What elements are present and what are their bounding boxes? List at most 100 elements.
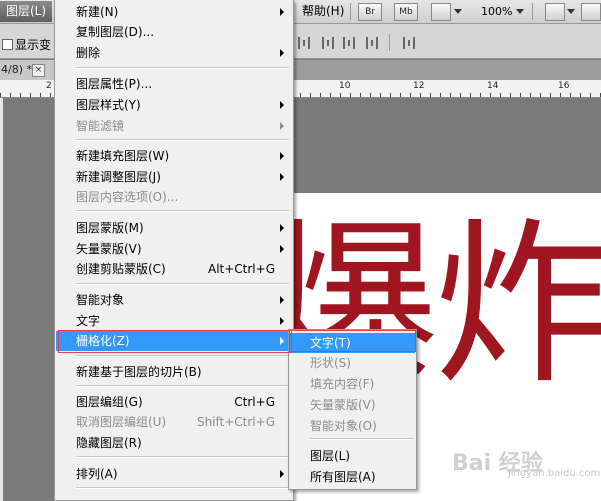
menu-item[interactable]: 智能对象 <box>56 290 292 310</box>
menu-item[interactable]: 复制图层(D)... <box>56 22 292 42</box>
menu-item[interactable]: 矢量蒙版(V) <box>290 395 415 415</box>
menu-item[interactable]: 文字 <box>56 311 292 331</box>
menu-item[interactable]: 新建调整图层(J) <box>56 167 292 187</box>
submenu-arrow-icon <box>280 8 284 16</box>
menu-item-label: 智能滤镜 <box>76 119 125 133</box>
submenu-arrow-icon <box>280 470 284 478</box>
menu-item-label: 复制图层(D)... <box>76 25 155 39</box>
menu-item-label: 填充内容(F) <box>310 377 375 391</box>
menu-item[interactable]: 填充内容(F) <box>290 374 415 394</box>
auto-align-icon[interactable] <box>403 37 415 49</box>
menu-item[interactable]: 新建基于图层的切片(B) <box>56 362 292 382</box>
menu-item[interactable]: 隐藏图层(R) <box>56 433 292 453</box>
menu-item-label: 新建调整图层(J) <box>76 170 161 184</box>
menu-item-label: 矢量蒙版(V) <box>310 398 376 412</box>
menu-item-shortcut: Alt+Ctrl+G <box>207 262 275 276</box>
menu-separator <box>76 385 289 387</box>
menu-item[interactable]: 所有图层(A) <box>290 467 415 487</box>
ruler-label: 10 <box>339 81 351 91</box>
toolbar-divider <box>350 3 351 20</box>
checkbox-icon[interactable] <box>2 39 13 50</box>
document-tab[interactable]: 4/8) * × <box>0 60 61 80</box>
bridge-button[interactable]: Br <box>358 3 382 21</box>
menu-item-label: 图层样式(Y) <box>76 98 141 112</box>
menu-item[interactable]: 新建填充图层(W) <box>56 146 292 166</box>
menu-item[interactable]: 图层蒙版(M) <box>56 218 292 238</box>
submenu-arrow-icon <box>280 101 284 109</box>
menu-item-label: 智能对象 <box>76 293 125 307</box>
menu-separator <box>76 67 289 69</box>
menu-item-shortcut: Shift+Ctrl+G <box>196 415 275 429</box>
menu-separator <box>76 283 289 285</box>
menu-item[interactable]: 新建(N) <box>56 2 292 22</box>
menu-item[interactable]: 智能对象(O) <box>290 416 415 436</box>
submenu-arrow-icon <box>280 173 284 181</box>
menu-item-label: 删除 <box>76 46 101 60</box>
menu-item-label: 取消图层编组(U) <box>76 415 167 429</box>
toolbar-divider <box>532 3 533 20</box>
menu-item[interactable]: 图层属性(P)... <box>56 74 292 94</box>
menu-item-label: 图层蒙版(M) <box>76 221 144 235</box>
menu-item[interactable]: 智能滤镜 <box>56 116 292 136</box>
menu-item[interactable]: 图层(L) <box>290 446 415 466</box>
submenu-arrow-icon <box>280 49 284 57</box>
menu-item-label: 文字 <box>76 314 101 328</box>
screen-mode-button[interactable] <box>581 3 601 21</box>
menu-item-label: 图层属性(P)... <box>76 77 153 91</box>
mini-bridge-button[interactable]: Mb <box>394 3 418 21</box>
menu-help[interactable]: 帮助(H) <box>302 0 344 23</box>
rasterize-submenu: 文字(T) 形状(S) 填充内容(F) 矢量蒙版(V) 智能对象(O) 图层(L) 所有图层… <box>288 329 417 490</box>
ruler-label: 14 <box>487 81 499 91</box>
ruler-label: 12 <box>413 81 425 91</box>
menu-item-label: 矢量蒙版(V) <box>76 242 142 256</box>
close-icon[interactable]: × <box>32 64 45 77</box>
view-extras-button[interactable] <box>431 3 451 21</box>
align-icon[interactable] <box>366 37 378 49</box>
menu-item-label: 所有图层(A) <box>310 470 376 484</box>
menu-item[interactable]: 图层内容选项(O)... <box>56 187 292 207</box>
menu-item[interactable]: 取消图层编组(U) Shift+Ctrl+G <box>56 412 292 432</box>
submenu-arrow-icon <box>280 224 284 232</box>
layer-menu: 新建(N) 复制图层(D)... 删除图层属性(P)... 图层样式(Y) 智能滤镜新建… <box>54 0 294 501</box>
menu-separator <box>76 487 289 489</box>
menu-item[interactable]: 栅格化(Z) <box>56 331 292 351</box>
submenu-arrow-icon <box>280 152 284 160</box>
menu-item-label: 图层内容选项(O)... <box>76 190 179 204</box>
zoom-level[interactable]: 100% <box>481 0 512 23</box>
menu-item-label: 图层编组(G) <box>76 395 143 409</box>
submenu-arrow-icon <box>280 296 284 304</box>
menu-item-label: 栅格化(Z) <box>76 334 130 348</box>
menu-separator <box>76 139 289 141</box>
menu-item-label: 智能对象(O) <box>310 419 377 433</box>
chevron-down-icon[interactable] <box>567 9 575 14</box>
menu-item[interactable]: 矢量蒙版(V) <box>56 239 292 259</box>
menu-separator <box>310 438 414 440</box>
menu-item[interactable]: 排列(A) <box>56 464 292 484</box>
submenu-arrow-icon <box>280 317 284 325</box>
chevron-down-icon[interactable] <box>516 9 524 14</box>
arrange-documents-button[interactable] <box>545 3 565 21</box>
align-icon[interactable] <box>298 37 310 49</box>
align-icon[interactable] <box>322 37 334 49</box>
toolbar-divider <box>389 34 390 51</box>
chevron-down-icon[interactable] <box>454 9 462 14</box>
menu-separator <box>76 210 289 212</box>
menu-item-label: 图层(L) <box>310 449 351 463</box>
menu-item[interactable]: 图层样式(Y) <box>56 95 292 115</box>
ruler-label: 16 <box>558 81 570 91</box>
show-transform-label: 显示变 <box>15 38 52 52</box>
menu-item[interactable]: 创建剪贴蒙版(C) Alt+Ctrl+G <box>56 259 292 279</box>
menu-separator <box>76 456 289 458</box>
menu-item-label: 排列(A) <box>76 467 118 481</box>
menu-layer[interactable]: 图层(L) <box>0 1 52 22</box>
menu-item[interactable]: 形状(S) <box>290 353 415 373</box>
menu-separator <box>76 355 289 357</box>
menu-item[interactable]: 图层编组(G) Ctrl+G <box>56 392 292 412</box>
align-icon[interactable] <box>343 37 355 49</box>
menu-item[interactable]: 文字(T) <box>290 333 415 353</box>
watermark-url: jingyan.baidu.com <box>508 468 601 479</box>
menu-item-label: 文字(T) <box>310 336 351 350</box>
vertical-ruler <box>0 98 3 501</box>
menu-item[interactable]: 删除 <box>56 43 292 63</box>
show-transform-checkbox[interactable]: 显示变 <box>2 36 51 53</box>
